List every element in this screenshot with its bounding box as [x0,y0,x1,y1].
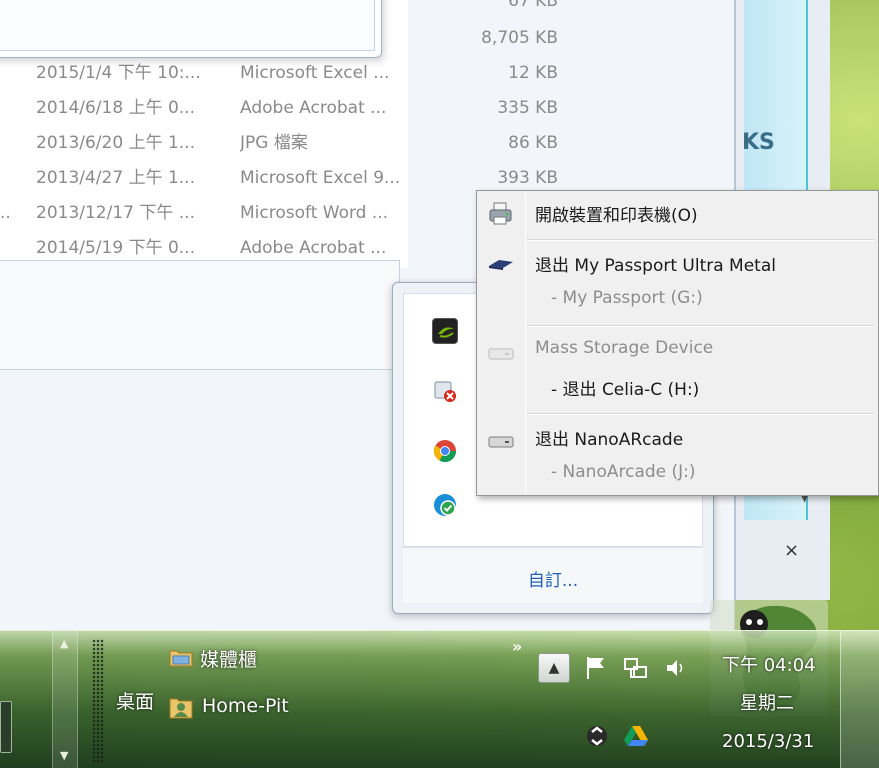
menu-separator [527,413,874,415]
google-drive-icon[interactable] [622,723,650,753]
library-folder-icon [168,645,194,673]
safely-remove-menu: 開啟裝置和印表機(O) 退出 My Passport Ultra Metal -… [476,190,879,496]
details-pane [0,260,400,370]
show-desktop-button[interactable] [840,631,879,768]
toolbar-item-home-pit[interactable]: Home-Pit [202,695,289,717]
recycle-icon[interactable] [584,723,610,753]
chevron-down-icon[interactable]: ▼ [60,749,68,762]
customize-link[interactable]: 自訂... [403,566,703,591]
clock-time[interactable]: 下午 04:04 [722,651,816,677]
clock-weekday[interactable]: 星期二 [740,689,794,715]
taskbar: ▲ ▼ 桌面 媒體櫃 Home-Pit » ▲ 下午 04:04 星期二 201… [0,630,879,768]
flag-icon[interactable] [584,655,608,685]
table-row[interactable]: 2013/6/20 上午 1... JPG 檔案 86 KB [0,126,600,161]
menu-separator [527,239,874,241]
menu-item-eject-celia[interactable]: - 退出 Celia-C (H:) [551,375,699,400]
menu-item-eject-nanoarcade[interactable]: 退出 NanoARcade [535,425,683,450]
menu-item-mass-storage: Mass Storage Device [535,338,714,358]
error-icon[interactable] [432,378,458,404]
file-size: 12 KB [508,63,558,83]
drive-icon [487,344,515,368]
file-type: Microsoft Word ... [240,203,389,223]
file-size: 8,705 KB [481,28,558,48]
table-row[interactable]: 2014/6/18 上午 0... Adobe Acrobat ... 335 … [0,91,600,126]
overlapping-dialog [0,0,382,58]
close-icon[interactable]: × [784,540,799,561]
chevron-up-icon[interactable]: ▲ [60,637,68,650]
nvidia-icon[interactable] [432,318,458,344]
show-hidden-icons-button[interactable]: ▲ [538,653,570,683]
window-text-fragment: KS [742,130,775,155]
menu-item-devices-printers[interactable]: 開啟裝置和印表機(O) [535,201,698,226]
toolbar-scrollbar[interactable]: ▲ ▼ [52,631,78,768]
file-date: 2015/1/4 下午 10:... [36,63,201,83]
toolbar-grip[interactable] [92,639,104,763]
toolbar-overflow-chevron[interactable]: » [512,637,522,656]
menu-item-eject-passport[interactable]: 退出 My Passport Ultra Metal [535,251,776,276]
drive-icon [487,432,515,456]
file-size: 67 KB [508,0,558,11]
dialog-frame [0,0,375,51]
sync-icon[interactable] [432,492,458,518]
file-date: 2013/6/20 上午 1... [36,133,196,153]
file-name-fragment: .. [0,203,11,223]
file-size: 86 KB [508,133,558,153]
menu-gutter [525,193,526,493]
menu-item-nanoarcade-volume: - NanoArcade (J:) [551,462,696,482]
customize-bar: 自訂... [403,547,703,603]
chrome-icon[interactable] [432,438,458,464]
file-type: Adobe Acrobat ... [240,98,387,118]
menu-item-passport-volume: - My Passport (G:) [551,288,703,308]
clock-date[interactable]: 2015/3/31 [722,731,814,752]
menu-separator [527,325,874,327]
network-icon[interactable] [622,655,650,687]
file-date: 2014/6/18 上午 0... [36,98,196,118]
desktop-toolbar-label[interactable]: 桌面 [116,687,154,714]
file-date: 2013/4/27 上午 1... [36,168,196,188]
user-folder-icon [168,693,194,725]
taskbar-button[interactable] [0,701,12,753]
file-type: Microsoft Excel 9... [240,168,401,188]
toolbar-item-library[interactable]: 媒體櫃 [200,645,257,672]
table-row[interactable]: 2015/1/4 下午 10:... Microsoft Excel ... 1… [0,56,600,91]
drive-icon [487,253,515,279]
file-date: 2013/12/17 下午 ... [36,203,196,223]
file-size: 335 KB [497,98,558,118]
file-type: JPG 檔案 [240,133,308,153]
file-type: Microsoft Excel ... [240,63,390,83]
printer-icon [487,201,515,231]
volume-icon[interactable] [664,655,688,685]
